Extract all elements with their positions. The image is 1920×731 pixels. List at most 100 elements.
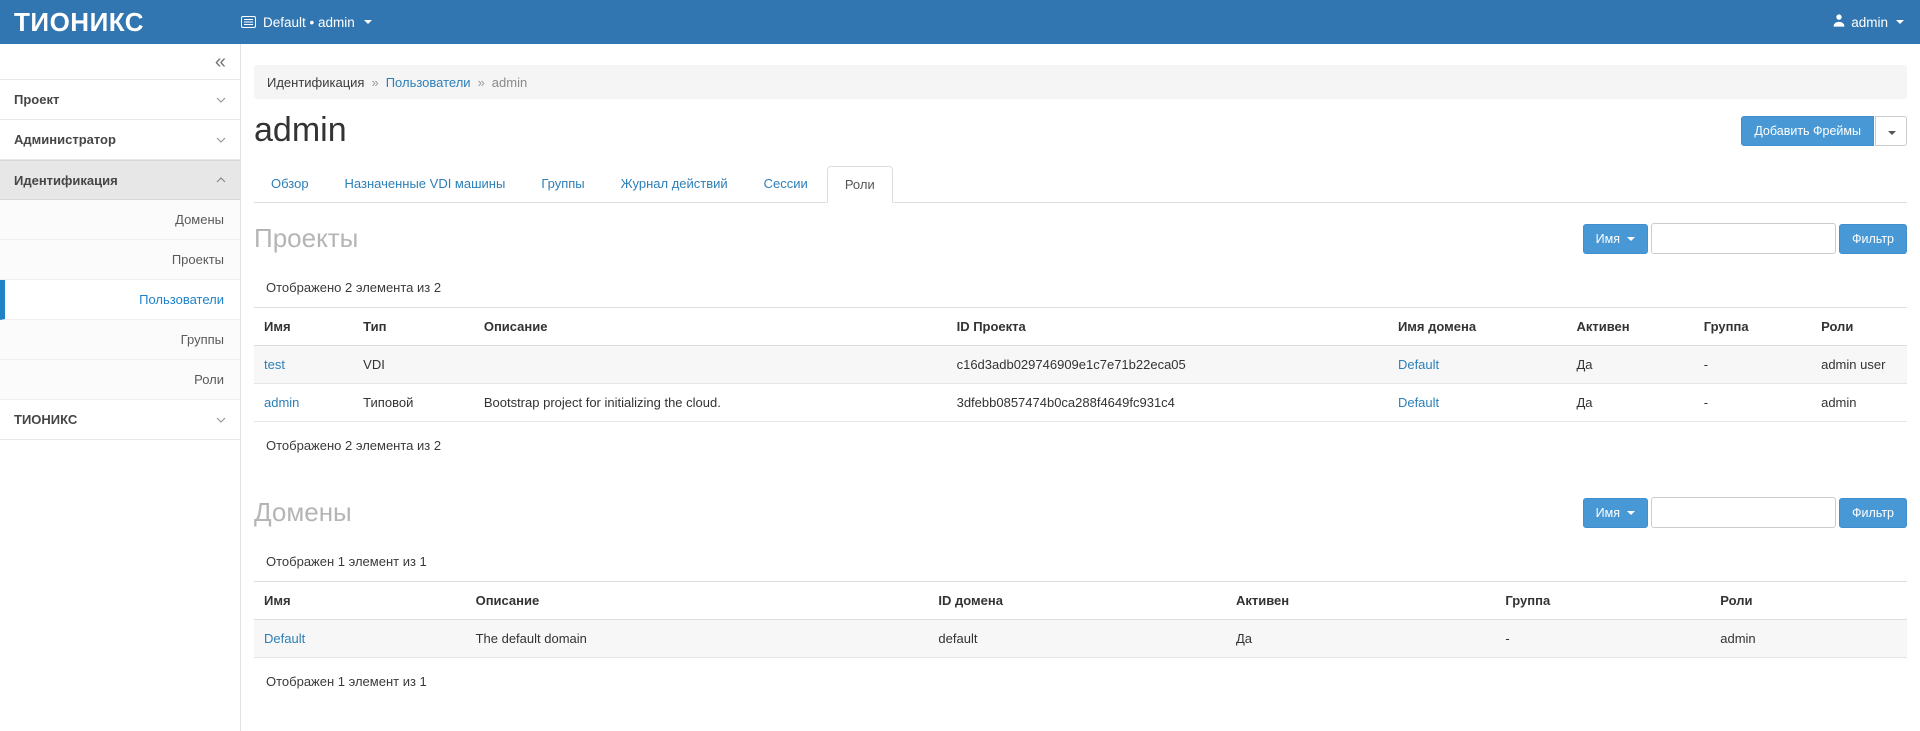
table-row: Default The default domain default Да - …	[254, 620, 1907, 658]
tab-groups[interactable]: Группы	[524, 166, 601, 201]
sidebar-item-label: Проект	[14, 92, 59, 107]
domains-count-top: Отображен 1 элемент из 1	[266, 554, 1907, 569]
column-header: Имя домена	[1388, 308, 1567, 346]
tab-assigned-vdi[interactable]: Назначенные VDI машины	[328, 166, 523, 201]
projects-table: Имя Тип Описание ID Проекта Имя домена А…	[254, 307, 1907, 422]
cell-group: -	[1694, 384, 1811, 422]
cell-active: Да	[1566, 346, 1693, 384]
domains-filter-button[interactable]: Фильтр	[1839, 498, 1907, 528]
action-button-group: Добавить Фреймы	[1741, 116, 1907, 146]
cell-description: The default domain	[466, 620, 929, 658]
chevron-down-icon	[216, 137, 226, 143]
cell-group: -	[1694, 346, 1811, 384]
column-header: ID домена	[928, 582, 1226, 620]
domain-link[interactable]: Default	[264, 631, 305, 646]
column-header: Описание	[466, 582, 929, 620]
column-header: Имя	[254, 582, 466, 620]
cell-name: test	[254, 346, 353, 384]
chevron-up-icon	[216, 177, 226, 183]
sidebar-item-label: Домены	[175, 212, 224, 227]
tab-overview[interactable]: Обзор	[254, 166, 326, 201]
column-header: Тип	[353, 308, 474, 346]
tab-roles[interactable]: Роли	[827, 166, 893, 203]
page-title: admin	[254, 111, 347, 150]
add-frames-button[interactable]: Добавить Фреймы	[1741, 116, 1874, 146]
context-switcher[interactable]: Default • admin	[241, 15, 372, 30]
project-link[interactable]: test	[264, 357, 285, 372]
cell-roles: admin	[1811, 384, 1907, 422]
cell-active: Да	[1226, 620, 1495, 658]
breadcrumb: Идентификация » Пользователи » admin	[254, 65, 1907, 99]
projects-count-bottom: Отображено 2 элемента из 2	[266, 438, 1907, 453]
cell-roles: admin user	[1811, 346, 1907, 384]
domains-filter-input[interactable]	[1651, 497, 1836, 528]
user-menu[interactable]: admin	[1833, 14, 1920, 30]
domains-table: Имя Описание ID домена Активен Группа Ро…	[254, 581, 1907, 658]
column-header: Описание	[474, 308, 947, 346]
sidebar-collapse-row: «	[0, 44, 240, 80]
sidebar-item-label: Идентификация	[14, 173, 118, 188]
tab-sessions[interactable]: Сессии	[747, 166, 825, 201]
sidebar-item-label: Группы	[181, 332, 224, 347]
sidebar-item-label: Администратор	[14, 132, 116, 147]
chevron-down-icon	[216, 417, 226, 423]
projects-filter-field-button[interactable]: Имя	[1583, 224, 1648, 254]
sidebar-item-administrator[interactable]: Администратор	[0, 120, 240, 160]
filter-field-label: Имя	[1596, 506, 1620, 520]
projects-section-title: Проекты	[254, 223, 358, 254]
sidebar-collapse-button[interactable]: «	[215, 52, 226, 72]
sidebar-item-roles[interactable]: Роли	[0, 360, 240, 400]
tab-bar: Обзор Назначенные VDI машины Группы Журн…	[254, 166, 1907, 203]
domains-filter: Имя Фильтр	[1583, 497, 1907, 528]
column-header: Группа	[1495, 582, 1710, 620]
column-header: ID Проекта	[947, 308, 1388, 346]
cell-active: Да	[1566, 384, 1693, 422]
tab-action-log[interactable]: Журнал действий	[604, 166, 745, 201]
sidebar-item-groups[interactable]: Группы	[0, 320, 240, 360]
user-label: admin	[1851, 15, 1888, 30]
domain-link[interactable]: Default	[1398, 357, 1439, 372]
cell-roles: admin	[1710, 620, 1907, 658]
cell-domain: Default	[1388, 346, 1567, 384]
sidebar-item-tionix[interactable]: ТИОНИКС	[0, 400, 240, 440]
domains-section-title: Домены	[254, 497, 352, 528]
breadcrumb-current: admin	[492, 75, 527, 90]
breadcrumb-separator: »	[478, 75, 485, 90]
caret-down-icon	[1896, 20, 1904, 24]
column-header: Группа	[1694, 308, 1811, 346]
column-header: Роли	[1710, 582, 1907, 620]
add-frames-dropdown-toggle[interactable]	[1875, 116, 1907, 146]
column-header: Активен	[1226, 582, 1495, 620]
sidebar-item-users[interactable]: Пользователи	[0, 280, 240, 320]
domains-header-row: Имя Описание ID домена Активен Группа Ро…	[254, 582, 1907, 620]
topbar: ТИОНИКС Default • admin admin	[0, 0, 1920, 44]
sidebar-item-label: Пользователи	[139, 292, 224, 307]
breadcrumb-separator: »	[371, 75, 378, 90]
identity-submenu: Домены Проекты Пользователи Группы Роли	[0, 200, 240, 400]
domain-link[interactable]: Default	[1398, 395, 1439, 410]
projects-count-top: Отображено 2 элемента из 2	[266, 280, 1907, 295]
column-header: Активен	[1566, 308, 1693, 346]
cell-project-id: 3dfebb0857474b0ca288f4649fc931c4	[947, 384, 1388, 422]
breadcrumb-parent-link[interactable]: Пользователи	[386, 75, 471, 90]
sidebar-item-project[interactable]: Проект	[0, 80, 240, 120]
domains-filter-field-button[interactable]: Имя	[1583, 498, 1648, 528]
sidebar-item-domains[interactable]: Домены	[0, 200, 240, 240]
projects-filter-input[interactable]	[1651, 223, 1836, 254]
sidebar-item-identity[interactable]: Идентификация	[0, 160, 240, 200]
projects-filter-button[interactable]: Фильтр	[1839, 224, 1907, 254]
caret-down-icon	[1888, 131, 1896, 135]
caret-down-icon	[1627, 237, 1635, 241]
project-link[interactable]: admin	[264, 395, 299, 410]
column-header: Имя	[254, 308, 353, 346]
column-header: Роли	[1811, 308, 1907, 346]
cell-group: -	[1495, 620, 1710, 658]
cell-name: admin	[254, 384, 353, 422]
sidebar-item-label: Роли	[194, 372, 224, 387]
chevron-down-icon	[216, 97, 226, 103]
sidebar-item-projects[interactable]: Проекты	[0, 240, 240, 280]
cell-description: Bootstrap project for initializing the c…	[474, 384, 947, 422]
projects-header-row: Имя Тип Описание ID Проекта Имя домена А…	[254, 308, 1907, 346]
brand-logo: ТИОНИКС	[0, 7, 241, 38]
cell-description	[474, 346, 947, 384]
